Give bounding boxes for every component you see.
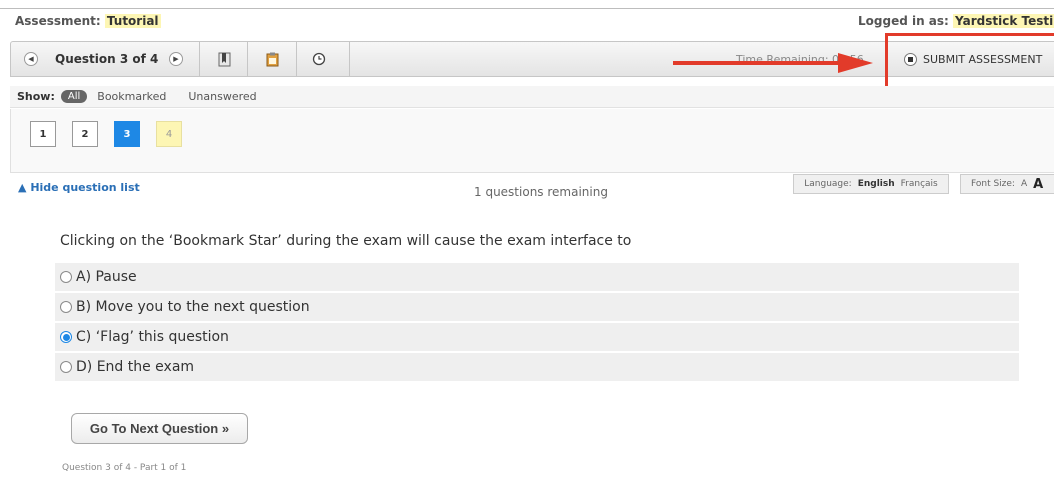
filter-all[interactable]: All	[60, 90, 88, 103]
toolbar-divider	[247, 42, 248, 76]
previous-question-icon[interactable]: ◀	[24, 52, 38, 66]
filter-unanswered[interactable]: Unanswered	[188, 90, 256, 103]
option-label: B) Move you to the next question	[76, 299, 310, 315]
user-name: Yardstick Testing	[953, 14, 1054, 28]
assessment-info: Assessment: Tutorial	[15, 14, 161, 28]
radio-button[interactable]	[60, 301, 72, 313]
radio-button[interactable]	[60, 361, 72, 373]
top-divider	[0, 8, 1054, 9]
assessment-name: Tutorial	[104, 14, 161, 28]
language-label: Language:	[804, 179, 852, 189]
clock-icon[interactable]	[309, 42, 329, 76]
question-button-4[interactable]: 4	[156, 121, 182, 147]
answer-option-a[interactable]: A) Pause	[55, 263, 1019, 291]
filter-bookmarked[interactable]: Bookmarked	[97, 90, 166, 103]
triangle-up-icon: ▲	[18, 181, 27, 194]
question-part-info: Question 3 of 4 - Part 1 of 1	[62, 463, 187, 473]
question-button-1[interactable]: 1	[30, 121, 56, 147]
hide-question-list-link[interactable]: ▲ Hide question list	[18, 181, 140, 194]
font-size-large[interactable]: A	[1033, 177, 1043, 192]
question-position: Question 3 of 4	[55, 52, 159, 66]
language-french[interactable]: Français	[901, 179, 938, 189]
question-list: 1 2 3 4	[10, 109, 1054, 173]
question-button-3[interactable]: 3	[114, 121, 140, 147]
question-text: Clicking on the ‘Bookmark Star’ during t…	[60, 233, 632, 249]
font-size-selector: Font Size: A A	[960, 174, 1054, 194]
hide-list-label: Hide question list	[30, 181, 140, 194]
option-label: C) ‘Flag’ this question	[76, 329, 229, 345]
show-label: Show:	[17, 90, 55, 103]
answer-option-b[interactable]: B) Move you to the next question	[55, 293, 1019, 321]
radio-button[interactable]	[60, 271, 72, 283]
font-size-label: Font Size:	[971, 179, 1015, 189]
answer-option-c[interactable]: C) ‘Flag’ this question	[55, 323, 1019, 351]
radio-button-selected[interactable]	[60, 331, 72, 343]
language-english[interactable]: English	[858, 179, 895, 189]
logged-in-label: Logged in as:	[858, 14, 949, 28]
notepad-icon[interactable]	[262, 42, 282, 76]
language-selector: Language: English Français	[793, 174, 949, 194]
answer-option-d[interactable]: D) End the exam	[55, 353, 1019, 381]
next-question-button[interactable]: Go To Next Question »	[71, 413, 248, 444]
next-question-icon[interactable]: ▶	[169, 52, 183, 66]
font-size-small[interactable]: A	[1021, 179, 1027, 189]
option-label: A) Pause	[76, 269, 137, 285]
questions-remaining: 1 questions remaining	[474, 185, 608, 199]
question-button-2[interactable]: 2	[72, 121, 98, 147]
bookmark-icon[interactable]	[214, 42, 234, 76]
toolbar-divider	[349, 42, 350, 76]
toolbar-divider	[199, 42, 200, 76]
question-filter-bar: Show: All Bookmarked Unanswered	[10, 86, 1054, 108]
option-label: D) End the exam	[76, 359, 195, 375]
login-info: Logged in as: Yardstick Testing	[858, 14, 1054, 28]
annotation-highlight-box	[885, 33, 1054, 89]
assessment-label: Assessment:	[15, 14, 101, 28]
annotation-arrow	[673, 53, 873, 73]
toolbar-divider	[296, 42, 297, 76]
